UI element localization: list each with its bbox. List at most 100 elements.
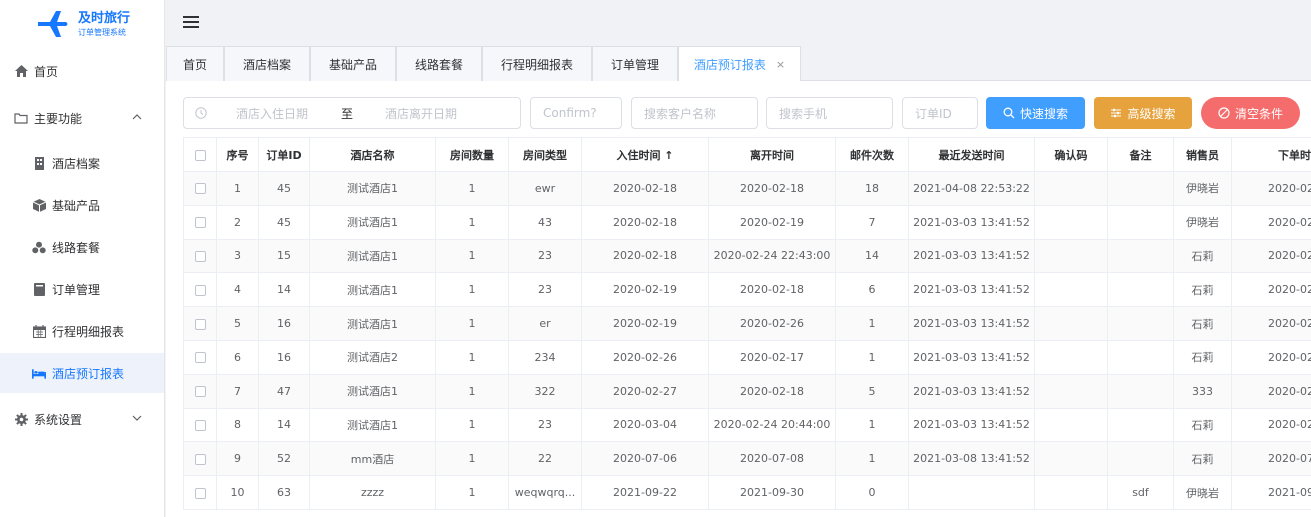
row-checkbox[interactable] [183, 373, 217, 409]
row-checkbox[interactable] [183, 339, 217, 375]
col-header-remark[interactable]: 备注 [1107, 137, 1174, 172]
col-header-confirm-code[interactable]: 确认码 [1034, 137, 1108, 172]
col-header-checkout[interactable]: 离开时间 [708, 137, 836, 172]
row-checkbox[interactable] [183, 171, 217, 206]
row-checkbox[interactable] [183, 407, 217, 443]
customer-search-input[interactable]: 搜索客户名称 [631, 97, 758, 129]
clear-filters-button[interactable]: 清空条件 [1201, 97, 1300, 129]
table-body: 1 45 测试酒店1 1 ewr 2020-02-18 2020-02-18 18 2021-0… [183, 171, 1311, 510]
sidebar-item-basic-products[interactable]: 基础产品 [0, 185, 164, 225]
order-id-placeholder: 订单ID [915, 106, 952, 121]
booking-table-container: 序号 订单ID 酒店名称 房间数量 房间类型 入住时间 ↑ 离开时间 邮件次数 … [183, 137, 1311, 517]
col-header-checkin[interactable]: 入住时间 ↑ [581, 137, 709, 172]
cell-email-count: 1 [835, 306, 909, 341]
clock-icon [195, 107, 207, 119]
cell-last-sent: 2021-03-03 13:41:52 [908, 306, 1035, 341]
cell-index: 1 [216, 171, 259, 206]
cell-room-count: 1 [435, 272, 509, 308]
cell-email-count: 18 [835, 171, 909, 206]
cell-order-id: 16 [258, 306, 310, 341]
table-row[interactable]: 4 14 测试酒店1 1 23 2020-02-19 2020-02-18 6 2021-03-… [183, 272, 1311, 308]
row-checkbox[interactable] [183, 306, 217, 341]
cell-room-count: 1 [435, 441, 509, 477]
checkbox-icon [194, 453, 206, 465]
table-row[interactable]: 3 15 测试酒店1 1 23 2020-02-18 2020-02-24 22:43:00… [183, 238, 1311, 274]
cell-index: 3 [216, 238, 259, 274]
cell-last-sent: 2021-03-03 13:41:52 [908, 238, 1035, 274]
cell-order-date: 2020-02-24 [1231, 171, 1311, 206]
app-subtitle: 订单管理系统 [78, 27, 126, 37]
sidebar-item-main-functions[interactable]: 主要功能 [0, 98, 164, 138]
table-row[interactable]: 6 16 测试酒店2 1 234 2020-02-26 2020-02-17 1 2021-03… [183, 339, 1311, 375]
sidebar-item-label: 酒店档案 [52, 156, 101, 171]
table-row[interactable]: 7 47 测试酒店1 1 322 2020-02-27 2020-02-18 5 2021-03… [183, 373, 1311, 409]
tab-hotel-archive[interactable]: 酒店档案 [224, 46, 310, 81]
cell-checkout: 2020-02-18 [708, 373, 836, 409]
col-header-last-sent[interactable]: 最近发送时间 [908, 137, 1035, 172]
cubes-icon [32, 240, 46, 254]
col-header-room-type[interactable]: 房间类型 [508, 137, 582, 172]
tab-order-management[interactable]: 订单管理 [592, 46, 678, 81]
col-header-room-count[interactable]: 房间数量 [435, 137, 509, 172]
table-row[interactable]: 10 63 zzzz 1 weqwqrq... 2021-09-22 2021-09-30 0… [183, 475, 1311, 510]
row-checkbox[interactable] [183, 441, 217, 477]
table-row[interactable]: 8 14 测试酒店1 1 23 2020-03-04 2020-02-24 20:44:00… [183, 407, 1311, 443]
checkbox-icon [194, 217, 206, 229]
tab-label: 行程明细报表 [500, 57, 573, 72]
col-header-order-id[interactable]: 订单ID [258, 137, 310, 172]
col-header-hotel-name[interactable]: 酒店名称 [309, 137, 436, 172]
tab-home[interactable]: 首页 [166, 46, 224, 81]
cell-index: 7 [216, 373, 259, 409]
sidebar-item-label: 基础产品 [52, 198, 101, 213]
sidebar-item-hotel-booking-report[interactable]: 酒店预订报表 [0, 353, 164, 393]
cell-checkout: 2020-02-19 [708, 204, 836, 240]
logo[interactable]: 及时旅行 订单管理系统 [0, 0, 164, 48]
select-all-checkbox[interactable] [183, 137, 217, 172]
cell-room-count: 1 [435, 475, 509, 510]
cell-checkin: 2020-02-26 [581, 339, 709, 375]
col-header-email-count[interactable]: 邮件次数 [835, 137, 909, 172]
sidebar-item-itinerary-report[interactable]: 行程明细报表 [0, 311, 164, 351]
cell-remark [1107, 204, 1174, 240]
range-separator: 至 [341, 106, 354, 121]
row-checkbox[interactable] [183, 475, 217, 510]
sidebar-item-hotel-archive[interactable]: 酒店档案 [0, 143, 164, 183]
tab-hotel-booking-report[interactable]: 酒店预订报表 × [678, 46, 801, 82]
tab-basic-products[interactable]: 基础产品 [310, 46, 396, 81]
row-checkbox[interactable] [183, 272, 217, 308]
menu-toggle-icon[interactable] [183, 16, 199, 30]
tab-route-packages[interactable]: 线路套餐 [396, 46, 482, 81]
sidebar-item-home[interactable]: 首页 [0, 51, 164, 91]
clear-circle-icon [1218, 107, 1230, 119]
col-header-order-date[interactable]: 下单时间 [1231, 137, 1311, 172]
phone-search-input[interactable]: 搜索手机 [766, 97, 893, 129]
cell-salesperson: 333 [1173, 373, 1232, 409]
col-header-salesperson[interactable]: 销售员 [1173, 137, 1232, 172]
confirm-select[interactable]: Confirm? [530, 97, 622, 129]
date-range-picker[interactable]: 酒店入住日期 至 酒店离开日期 [183, 97, 521, 129]
cell-index: 2 [216, 204, 259, 240]
row-checkbox[interactable] [183, 204, 217, 240]
checkin-date-input[interactable]: 酒店入住日期 [236, 105, 308, 122]
table-row[interactable]: 2 45 测试酒店1 1 43 2020-02-18 2020-02-19 7 2021-03-… [183, 204, 1311, 240]
sidebar-item-order-management[interactable]: 订单管理 [0, 269, 164, 309]
advanced-search-button[interactable]: 高级搜索 [1094, 97, 1192, 129]
sidebar-item-system-settings[interactable]: 系统设置 [0, 399, 164, 439]
order-id-input[interactable]: 订单ID [902, 97, 978, 129]
close-icon[interactable]: × [776, 58, 785, 71]
advanced-search-label: 高级搜索 [1127, 106, 1176, 121]
cell-last-sent: 2021-03-03 13:41:52 [908, 272, 1035, 308]
table-row[interactable]: 9 52 mm酒店 1 22 2020-07-06 2020-07-08 1 2021-03-0… [183, 441, 1311, 477]
cell-order-date: 2020-02-19 [1231, 272, 1311, 308]
sidebar-item-route-packages[interactable]: 线路套餐 [0, 227, 164, 267]
tab-itinerary-report[interactable]: 行程明细报表 [482, 46, 592, 81]
sidebar-item-label: 酒店预订报表 [52, 366, 125, 381]
quick-search-button[interactable]: 快速搜索 [986, 97, 1085, 129]
checkout-date-input[interactable]: 酒店离开日期 [385, 105, 457, 122]
sidebar-item-label: 系统设置 [34, 412, 83, 427]
table-row[interactable]: 1 45 测试酒店1 1 ewr 2020-02-18 2020-02-18 18 2021-0… [183, 171, 1311, 206]
cell-remark [1107, 238, 1174, 274]
table-row[interactable]: 5 16 测试酒店1 1 er 2020-02-19 2020-02-26 1 2021-03-… [183, 306, 1311, 341]
row-checkbox[interactable] [183, 238, 217, 274]
cell-order-id: 14 [258, 407, 310, 443]
